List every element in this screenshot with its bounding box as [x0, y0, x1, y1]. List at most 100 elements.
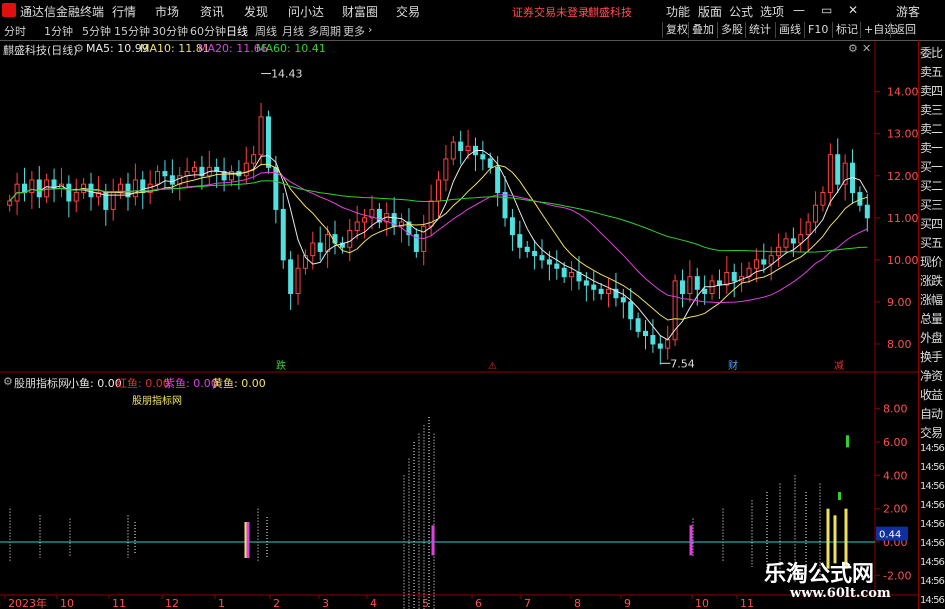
- btn-back[interactable]: 返回: [890, 22, 919, 38]
- app-title: 通达信金融终端: [20, 5, 105, 19]
- menu-jiaoyi[interactable]: 交易: [396, 3, 420, 20]
- close-panel-icon[interactable]: ✕: [862, 42, 871, 55]
- btn-diejia[interactable]: 叠加: [688, 22, 717, 38]
- ziyu-label: 紫鱼: 0.00: [164, 377, 218, 390]
- menu-hangqing[interactable]: 行情: [112, 3, 136, 20]
- title-bar: 通达信金融终端 行情 市场 资讯 发现 问小达 财富圈 交易 证券交易未登录 麒…: [0, 0, 945, 22]
- high-label: 14.43: [271, 68, 303, 81]
- x-axis-label: 2: [273, 597, 280, 609]
- candle-body: [864, 204, 870, 219]
- candle-body: [517, 234, 523, 248]
- indicator-settings-icon[interactable]: ⚙: [3, 375, 13, 388]
- candle-body: [842, 162, 848, 185]
- fish-bar: [689, 525, 693, 556]
- panel-item: 买三: [920, 198, 943, 212]
- candle-body: [29, 179, 35, 194]
- x-axis-label: 4: [370, 597, 377, 609]
- huangyu-label: 黄鱼: 0.00: [212, 377, 266, 390]
- candle-body: [280, 208, 286, 261]
- indicator-name: 股朋指标网: [14, 377, 69, 390]
- candle-body: [694, 276, 700, 290]
- candle-body: [539, 255, 545, 261]
- tab-weekly[interactable]: 周线: [255, 23, 277, 39]
- candle-body: [643, 330, 649, 337]
- menu-faxian[interactable]: 发现: [244, 3, 268, 20]
- candle-body: [436, 179, 441, 202]
- candle-body: [347, 229, 353, 248]
- panel-item: 买五: [920, 236, 943, 250]
- candle-body: [835, 154, 841, 185]
- kline-chart[interactable]: 14.0013.0012.0011.0010.009.008.0014.437.…: [0, 0, 945, 609]
- menu-shichang[interactable]: 市场: [155, 3, 179, 20]
- close-icon[interactable]: ✕: [848, 3, 858, 17]
- panel-item: 14:56: [920, 576, 945, 587]
- login-notice[interactable]: 证券交易未登录: [512, 4, 589, 20]
- x-axis-label: 11: [740, 597, 754, 609]
- tab-multi[interactable]: 多周期: [308, 23, 341, 39]
- panel-item: 卖三: [920, 103, 943, 117]
- candle-body: [546, 259, 552, 265]
- minimize-icon[interactable]: —: [793, 3, 805, 17]
- menu-gongneng[interactable]: 功能: [666, 3, 690, 20]
- btn-biaoji[interactable]: 标记: [832, 22, 861, 38]
- current-value: 0.44: [879, 530, 901, 541]
- candle-body: [7, 200, 13, 206]
- candle-body: [665, 339, 671, 349]
- btn-huaxian[interactable]: 画线: [775, 22, 804, 38]
- guest-label[interactable]: 游客: [896, 3, 920, 20]
- candle-body: [628, 301, 634, 320]
- chevron-right-icon[interactable]: ›: [368, 23, 372, 36]
- candle-body: [798, 234, 804, 244]
- menu-xuanxiang[interactable]: 选项: [760, 3, 784, 20]
- candle-body: [635, 318, 641, 332]
- menu-banmian[interactable]: 版面: [698, 3, 722, 20]
- tab-fenshi[interactable]: 分时: [4, 23, 26, 39]
- candle-body: [731, 271, 737, 282]
- candle-body: [591, 284, 597, 290]
- tab-daily[interactable]: 日线: [226, 23, 248, 39]
- menu-zixun[interactable]: 资讯: [200, 3, 224, 20]
- fish-bar: [246, 522, 250, 558]
- price-tick-label: 13.00: [887, 128, 919, 141]
- tab-15min[interactable]: 15分钟: [114, 23, 150, 39]
- restore-icon[interactable]: ▭: [821, 3, 832, 17]
- tab-5min[interactable]: 5分钟: [82, 23, 111, 39]
- candle-body: [317, 242, 323, 252]
- price-tick-label: 11.00: [887, 212, 919, 225]
- x-axis-label: 6: [475, 597, 482, 609]
- btn-duogu[interactable]: 多股: [717, 22, 746, 38]
- watermark-url: www.60lt.com: [790, 586, 891, 601]
- btn-fuquan[interactable]: 复权: [662, 22, 691, 38]
- candle-body: [325, 234, 331, 252]
- x-axis-label: 11: [112, 597, 126, 609]
- menu-caifuquan[interactable]: 财富圈: [342, 3, 378, 20]
- candle-body: [66, 183, 72, 202]
- tab-1min[interactable]: 1分钟: [44, 23, 73, 39]
- panel-item: 外盘: [920, 331, 943, 345]
- indicator-subtitle: 股朋指标网: [132, 396, 182, 407]
- menu-wenxiaoda[interactable]: 问小达: [288, 3, 324, 20]
- candle-body: [620, 297, 626, 303]
- tab-30min[interactable]: 30分钟: [152, 23, 188, 39]
- x-axis-label: 8: [574, 597, 581, 609]
- green-signal: [846, 435, 849, 448]
- indicator-tick-label: 2.00: [883, 503, 908, 516]
- tab-60min[interactable]: 60分钟: [190, 23, 226, 39]
- candle-body: [21, 183, 27, 194]
- candle-body: [251, 154, 257, 164]
- panel-item: 收益: [920, 388, 943, 402]
- settings-icon[interactable]: ⚙: [74, 42, 84, 55]
- panel-item: 卖一: [920, 141, 943, 155]
- menu-gongshi[interactable]: 公式: [729, 3, 753, 20]
- candle-body: [450, 141, 456, 160]
- candle-body: [155, 171, 161, 185]
- btn-tongji[interactable]: 统计: [745, 22, 774, 38]
- candle-body: [169, 175, 175, 185]
- btn-f10[interactable]: F10: [804, 22, 831, 38]
- settings-icon-right[interactable]: ⚙: [848, 42, 858, 55]
- panel-item: 14:56: [920, 557, 945, 568]
- panel-item: 买四: [920, 217, 943, 231]
- x-axis-label: 9: [624, 597, 631, 609]
- tab-more[interactable]: 更多: [343, 23, 365, 39]
- tab-monthly[interactable]: 月线: [282, 23, 304, 39]
